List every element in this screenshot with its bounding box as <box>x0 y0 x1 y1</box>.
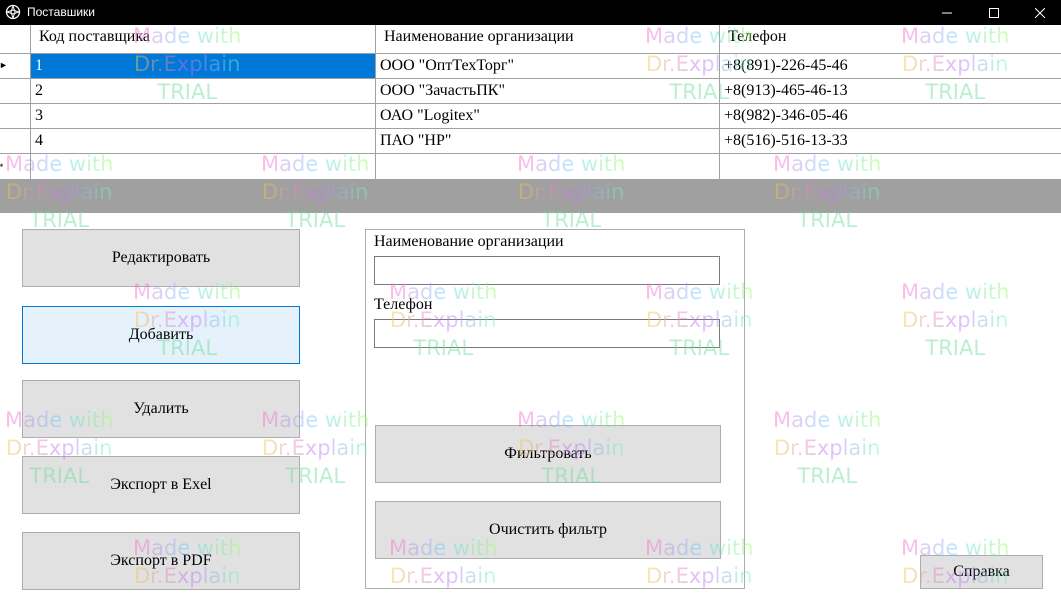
add-button[interactable]: Добавить <box>22 306 300 364</box>
column-header-phone[interactable]: Телефон <box>720 25 1061 54</box>
phone-filter-input[interactable] <box>374 319 720 348</box>
clear-filter-button[interactable]: Очистить фильтр <box>375 501 721 559</box>
new-row[interactable]: * <box>0 154 1061 180</box>
cell-id[interactable]: 4 <box>31 129 376 154</box>
maximize-button[interactable] <box>971 0 1017 25</box>
app-icon <box>5 4 21 20</box>
minimize-button[interactable] <box>924 0 970 25</box>
table-row[interactable]: 4 ПАО "HP" +8(516)-516-13-33 <box>0 129 1061 154</box>
current-row-marker-icon: ► <box>0 60 8 70</box>
cell-phone[interactable] <box>720 154 1061 180</box>
export-pdf-button[interactable]: Экспорт в PDF <box>22 532 300 590</box>
export-excel-button[interactable]: Экспорт в Exel <box>22 456 300 514</box>
row-header[interactable]: ► <box>0 54 31 79</box>
name-filter-input[interactable] <box>374 256 720 285</box>
table-row[interactable]: ► 1 ООО "ОптТехТорг" +8(891)-226-45-46 <box>0 54 1061 79</box>
name-filter-label: Наименование организации <box>374 233 564 250</box>
cell-name[interactable]: ПАО "HP" <box>376 129 720 154</box>
close-button[interactable] <box>1017 0 1061 25</box>
column-header-name[interactable]: Наименование организации <box>376 25 720 54</box>
cell-name[interactable]: ООО "ЗачастьПК" <box>376 79 720 104</box>
row-header[interactable] <box>0 129 31 154</box>
cell-id[interactable]: 3 <box>31 104 376 129</box>
table-row[interactable]: 2 ООО "ЗачастьПК" +8(913)-465-46-13 <box>0 79 1061 104</box>
suppliers-grid[interactable]: Код поставщика Наименование организации … <box>0 25 1061 180</box>
trial-watermark: Made withDr.ExplainTRIAL <box>773 408 882 488</box>
cell-id[interactable] <box>31 154 376 180</box>
cell-id[interactable]: 2 <box>31 79 376 104</box>
row-header[interactable] <box>0 79 31 104</box>
row-header[interactable]: * <box>0 154 31 180</box>
title-bar: Поставшики <box>0 0 1061 25</box>
cell-id[interactable]: 1 <box>31 54 376 79</box>
help-button[interactable]: Справка <box>920 555 1043 589</box>
row-header[interactable] <box>0 104 31 129</box>
edit-button[interactable]: Редактировать <box>22 229 300 287</box>
window-title: Поставшики <box>27 5 95 19</box>
cell-name[interactable]: ОАО "Logitex" <box>376 104 720 129</box>
grid-header-row: Код поставщика Наименование организации … <box>0 25 1061 54</box>
trial-watermark: Made withDr.ExplainTRIAL <box>901 280 1010 360</box>
grid-empty-area <box>0 180 1061 213</box>
cell-phone[interactable]: +8(913)-465-46-13 <box>720 79 1061 104</box>
cell-name[interactable] <box>376 154 720 180</box>
table-row[interactable]: 3 ОАО "Logitex" +8(982)-346-05-46 <box>0 104 1061 129</box>
new-row-marker-icon: * <box>0 163 4 172</box>
cell-phone[interactable]: +8(982)-346-05-46 <box>720 104 1061 129</box>
filter-button[interactable]: Фильтровать <box>375 425 721 483</box>
grid-corner-header[interactable] <box>0 25 31 54</box>
cell-name[interactable]: ООО "ОптТехТорг" <box>376 54 720 79</box>
phone-filter-label: Телефон <box>374 296 433 313</box>
cell-phone[interactable]: +8(516)-516-13-33 <box>720 129 1061 154</box>
delete-button[interactable]: Удалить <box>22 380 300 438</box>
cell-phone[interactable]: +8(891)-226-45-46 <box>720 54 1061 79</box>
column-header-id[interactable]: Код поставщика <box>31 25 376 54</box>
